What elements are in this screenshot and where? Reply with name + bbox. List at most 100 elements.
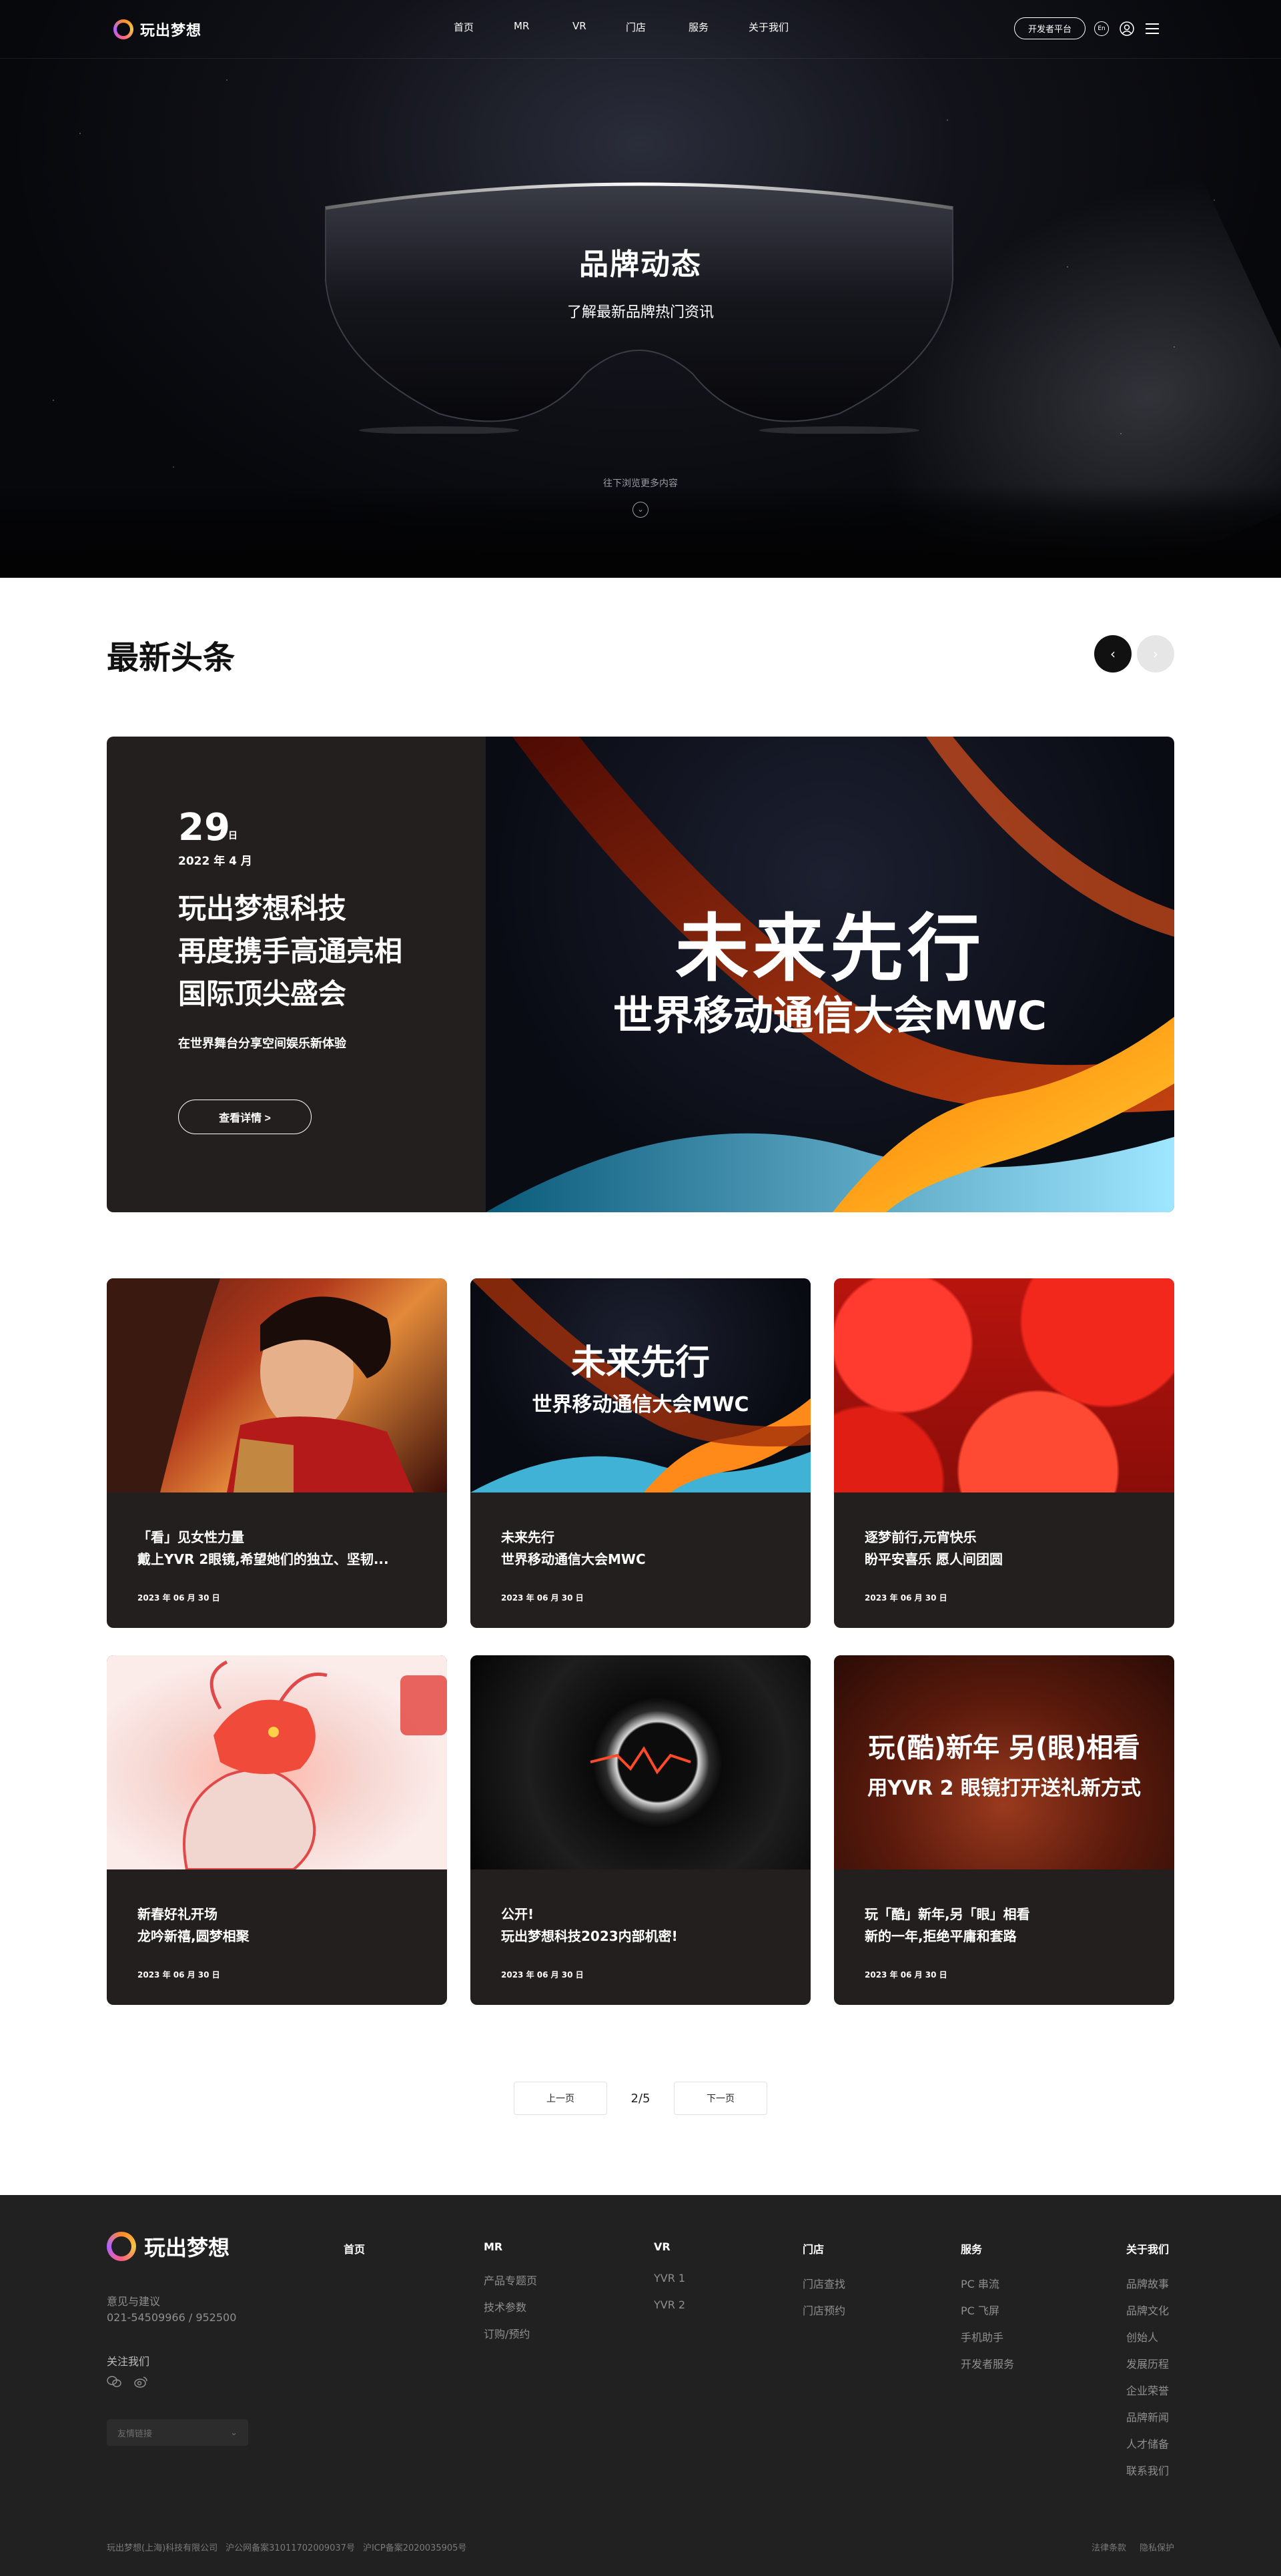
news-card-date: 2023 年 06 月 30 日: [865, 1593, 947, 1603]
footer-link[interactable]: YVR 1: [654, 2272, 685, 2298]
developer-platform-button[interactable]: 开发者平台: [1014, 17, 1086, 39]
legal-terms-link[interactable]: 法律条款: [1092, 2541, 1126, 2553]
nav-item-vr[interactable]: VR: [572, 20, 626, 34]
footer-column-title[interactable]: 服务: [961, 2240, 1014, 2256]
news-card-image: 玩(酷)新年 另(眼)相看 用YVR 2 眼镜打开送礼新方式: [834, 1655, 1174, 1869]
news-card-title: 新春好礼开场 龙吟新禧,圆梦相聚: [137, 1903, 418, 1948]
news-card-title-line: 世界移动通信大会MWC: [501, 1551, 646, 1567]
news-card-date: 2023 年 06 月 30 日: [137, 1593, 220, 1603]
news-card-title-line: 公开!: [501, 1906, 534, 1922]
news-card-title-line: 戴上YVR 2眼镜,希望她们的独立、坚韧...: [137, 1551, 389, 1567]
news-card-image-subtitle: 世界移动通信大会MWC: [532, 1393, 749, 1416]
footer-link[interactable]: 手机助手: [961, 2328, 1014, 2355]
social-links: [107, 2375, 148, 2392]
featured-news-image: 未来先行 世界移动通信大会MWC: [486, 737, 1174, 1212]
footer-column-title[interactable]: 首页: [344, 2240, 365, 2256]
news-card[interactable]: 公开! 玩出梦想科技2023内部机密! 2023 年 06 月 30 日: [470, 1655, 811, 2005]
footer-column-title[interactable]: 关于我们: [1126, 2240, 1169, 2256]
footer-column-mr: MR 产品专题页 技术参数 订购/预约: [484, 2240, 537, 2352]
carousel-next-button[interactable]: ›: [1137, 635, 1174, 673]
language-icon[interactable]: En: [1092, 19, 1111, 38]
news-card-image: [834, 1278, 1174, 1492]
chevron-down-icon: ⌄: [230, 2427, 238, 2438]
news-card[interactable]: 新春好礼开场 龙吟新禧,圆梦相聚 2023 年 06 月 30 日: [107, 1655, 447, 2005]
news-card-title: 公开! 玩出梦想科技2023内部机密!: [501, 1903, 781, 1948]
footer-link[interactable]: 品牌故事: [1126, 2275, 1169, 2302]
footer-link[interactable]: 门店查找: [803, 2275, 845, 2302]
carousel-prev-button[interactable]: ‹: [1094, 635, 1132, 673]
footer-column-about: 关于我们 品牌故事 品牌文化 创始人 发展历程 企业荣誉 品牌新闻 人才储备 联…: [1126, 2240, 1169, 2489]
weibo-icon[interactable]: [133, 2375, 148, 2392]
news-card-image-title: 玩(酷)新年 另(眼)相看: [868, 1733, 1140, 1763]
news-card-image: 未来先行 世界移动通信大会MWC: [470, 1278, 811, 1492]
featured-description: 在世界舞台分享空间娱乐新体验: [178, 1037, 346, 1051]
footer-column-stores: 门店 门店查找 门店预约: [803, 2240, 845, 2328]
news-card-image: [107, 1655, 447, 1869]
user-icon[interactable]: [1118, 19, 1136, 38]
dragon-illustration: [183, 1660, 447, 1869]
news-card-image: [107, 1278, 447, 1492]
nav-item-service[interactable]: 服务: [689, 20, 749, 34]
footer-column-vr: VR YVR 1 YVR 2: [654, 2240, 685, 2325]
footer-link[interactable]: 门店预约: [803, 2302, 845, 2328]
menu-icon[interactable]: [1143, 19, 1162, 38]
chevron-down-icon[interactable]: ⌄: [632, 502, 649, 518]
footer-link[interactable]: 联系我们: [1126, 2462, 1169, 2489]
footer-link[interactable]: 创始人: [1126, 2328, 1169, 2355]
nav-item-home[interactable]: 首页: [454, 20, 514, 34]
nav-item-mr[interactable]: MR: [514, 20, 572, 34]
footer-link[interactable]: 企业荣誉: [1126, 2382, 1169, 2409]
footer-link[interactable]: 品牌文化: [1126, 2302, 1169, 2328]
footer-link[interactable]: YVR 2: [654, 2298, 685, 2325]
footer-column-title[interactable]: VR: [654, 2240, 685, 2253]
footer-logo-text: 玩出梦想: [144, 2235, 230, 2260]
featured-image-subtitle: 世界移动通信大会MWC: [613, 993, 1047, 1039]
news-card-title-line: 「看」见女性力量: [137, 1529, 244, 1545]
friendly-links-select[interactable]: 友情链接 ⌄: [107, 2419, 248, 2446]
news-card[interactable]: 逐梦前行,元宵快乐 盼平安喜乐 愿人间团圆 2023 年 06 月 30 日: [834, 1278, 1174, 1628]
footer-column-home: 首页: [344, 2240, 365, 2275]
footer-link[interactable]: 产品专题页: [484, 2272, 537, 2298]
news-card-title-line: 玩「酷」新年,另「眼」相看: [865, 1906, 1030, 1922]
police-record[interactable]: 沪公网备案31011702009037号: [226, 2541, 355, 2553]
news-card[interactable]: 玩(酷)新年 另(眼)相看 用YVR 2 眼镜打开送礼新方式 玩「酷」新年,另「…: [834, 1655, 1174, 2005]
footer-column-title[interactable]: 门店: [803, 2240, 845, 2256]
view-details-button[interactable]: 查看详情 >: [178, 1100, 312, 1134]
featured-title: 玩出梦想科技 再度携手高通亮相 国际顶尖盛会: [178, 887, 458, 1015]
footer-link[interactable]: 技术参数: [484, 2298, 537, 2325]
warrior-woman-illustration: [107, 1278, 414, 1492]
footer-link[interactable]: 订购/预约: [484, 2325, 537, 2352]
nav-item-stores[interactable]: 门店: [626, 20, 689, 34]
news-card-date: 2023 年 06 月 30 日: [501, 1970, 584, 1980]
logo[interactable]: 玩出梦想: [113, 19, 201, 40]
featured-month: 2022 年 4 月: [178, 855, 252, 868]
featured-title-line: 再度携手高通亮相: [178, 935, 403, 967]
featured-news[interactable]: 29 日 2022 年 4 月 玩出梦想科技 再度携手高通亮相 国际顶尖盛会 在…: [107, 737, 1174, 1212]
wechat-icon[interactable]: [107, 2375, 121, 2392]
featured-news-text: 29 日 2022 年 4 月 玩出梦想科技 再度携手高通亮相 国际顶尖盛会 在…: [107, 737, 486, 1212]
feedback-label: 意见与建议: [107, 2295, 161, 2308]
footer-legal-info: 玩出梦想(上海)科技有限公司 沪公网备案31011702009037号 沪ICP…: [107, 2541, 466, 2553]
footer-link[interactable]: 品牌新闻: [1126, 2409, 1169, 2435]
language-label: En: [1094, 21, 1110, 36]
icp-record[interactable]: 沪ICP备案2020035905号: [363, 2541, 466, 2553]
nav-item-about[interactable]: 关于我们: [749, 20, 815, 34]
footer-link[interactable]: 人才储备: [1126, 2435, 1169, 2462]
privacy-link[interactable]: 隐私保护: [1140, 2541, 1174, 2553]
news-card[interactable]: 「看」见女性力量 戴上YVR 2眼镜,希望她们的独立、坚韧... 2023 年 …: [107, 1278, 447, 1628]
prev-page-button[interactable]: 上一页: [514, 2082, 607, 2115]
footer-logo[interactable]: 玩出梦想: [107, 2231, 230, 2262]
footer-column-title[interactable]: MR: [484, 2240, 537, 2253]
follow-us-label: 关注我们: [107, 2355, 150, 2368]
section-title: 最新头条: [107, 639, 236, 677]
footer-link[interactable]: PC 串流: [961, 2275, 1014, 2302]
contact-phone: 021-54509966 / 952500: [107, 2311, 237, 2324]
news-card[interactable]: 未来先行 世界移动通信大会MWC 未来先行 世界移动通信大会MWC 2023 年…: [470, 1278, 811, 1628]
logo-ring-icon: [107, 2232, 136, 2261]
footer-link[interactable]: PC 飞屏: [961, 2302, 1014, 2328]
news-card-image-title: 未来先行: [570, 1343, 710, 1383]
footer-link[interactable]: 发展历程: [1126, 2355, 1169, 2382]
footer-link[interactable]: 开发者服务: [961, 2355, 1014, 2382]
featured-image-title: 未来先行: [675, 906, 985, 991]
next-page-button[interactable]: 下一页: [674, 2082, 767, 2115]
